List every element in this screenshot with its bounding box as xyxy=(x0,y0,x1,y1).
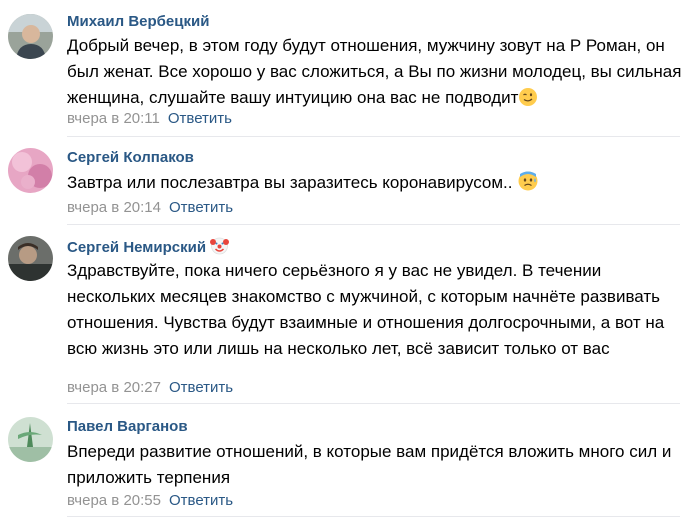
reply-button[interactable]: Ответить xyxy=(169,492,233,509)
comment-meta: вчера в 20:11 Ответить xyxy=(67,109,232,129)
divider xyxy=(67,516,680,517)
reply-button[interactable]: Ответить xyxy=(169,199,233,216)
avatar[interactable] xyxy=(8,236,53,281)
comment-text: Здравствуйте, пока ничего серьёзного я у… xyxy=(67,258,667,362)
comment-author[interactable]: Михаил Вербецкий xyxy=(67,12,209,32)
comment-text: Завтра или послезавтра вы заразитесь кор… xyxy=(67,170,687,200)
comment-author[interactable]: Сергей Колпаков xyxy=(67,148,194,168)
comment-date[interactable]: вчера в 20:27 xyxy=(67,379,161,396)
avatar[interactable] xyxy=(8,14,53,59)
reply-button[interactable]: Ответить xyxy=(168,110,232,127)
comment-text: Впереди развитие отношений, в которые ва… xyxy=(67,439,697,491)
avatar[interactable] xyxy=(8,417,53,462)
comment-meta: вчера в 20:27 Ответить xyxy=(67,378,233,398)
comment-text-body: Впереди развитие отношений, в которые ва… xyxy=(67,442,672,487)
comment-date[interactable]: вчера в 20:55 xyxy=(67,492,161,509)
comment-author[interactable]: Павел Варганов xyxy=(67,417,188,437)
comment-item: Павел Варганов Впереди развитие отношени… xyxy=(0,417,700,517)
comment-meta: вчера в 20:55 Ответить xyxy=(67,491,233,511)
divider xyxy=(67,136,680,137)
anxious-sweat-emoji-icon xyxy=(517,170,539,200)
comment-text: Добрый вечер, в этом году будут отношени… xyxy=(67,33,687,115)
comment-text-body: Добрый вечер, в этом году будут отношени… xyxy=(67,36,682,107)
avatar[interactable] xyxy=(8,148,53,193)
divider xyxy=(67,403,680,404)
comment-item: Сергей Колпаков Завтра или послезавтра в… xyxy=(0,148,700,224)
wink-emoji-icon xyxy=(518,87,538,115)
comment-meta: вчера в 20:14 Ответить xyxy=(67,198,233,218)
divider xyxy=(67,224,680,225)
comment-date[interactable]: вчера в 20:11 xyxy=(67,110,160,127)
comment-date[interactable]: вчера в 20:14 xyxy=(67,199,161,216)
comment-text-body: Здравствуйте, пока ничего серьёзного я у… xyxy=(67,261,665,358)
comment-text-body: Завтра или послезавтра вы заразитесь кор… xyxy=(67,173,513,192)
comment-item: Михаил Вербецкий Добрый вечер, в этом го… xyxy=(0,12,700,136)
comment-author-name: Сергей Немирский xyxy=(67,239,207,256)
comment-item: Сергей Немирский Здравствуйте, пока ниче… xyxy=(0,236,700,399)
comments-list: Михаил Вербецкий Добрый вечер, в этом го… xyxy=(0,0,700,518)
reply-button[interactable]: Ответить xyxy=(169,379,233,396)
